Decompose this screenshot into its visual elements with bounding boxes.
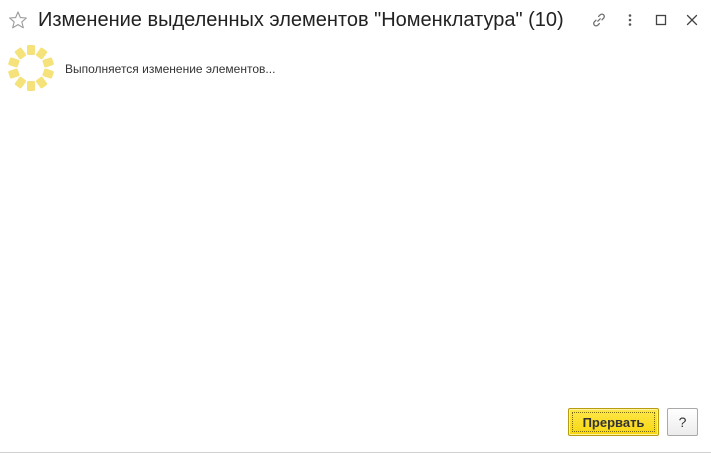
abort-button-label: Прервать bbox=[582, 414, 645, 430]
maximize-icon[interactable] bbox=[650, 9, 672, 31]
help-button[interactable]: ? bbox=[667, 408, 698, 436]
window-title: Изменение выделенных элементов "Номенкла… bbox=[38, 9, 564, 31]
status-text: Выполняется изменение элементов... bbox=[65, 62, 276, 76]
star-icon[interactable] bbox=[8, 10, 28, 30]
more-icon[interactable] bbox=[619, 9, 641, 31]
abort-button[interactable]: Прервать bbox=[568, 408, 659, 436]
loading-spinner-icon bbox=[6, 43, 56, 93]
help-button-label: ? bbox=[678, 414, 687, 430]
title-controls bbox=[579, 9, 703, 31]
title-bar: Изменение выделенных элементов "Номенкла… bbox=[0, 0, 711, 40]
link-icon[interactable] bbox=[588, 9, 610, 31]
close-icon[interactable] bbox=[681, 9, 703, 31]
dialog-window: Изменение выделенных элементов "Номенкла… bbox=[0, 0, 711, 453]
